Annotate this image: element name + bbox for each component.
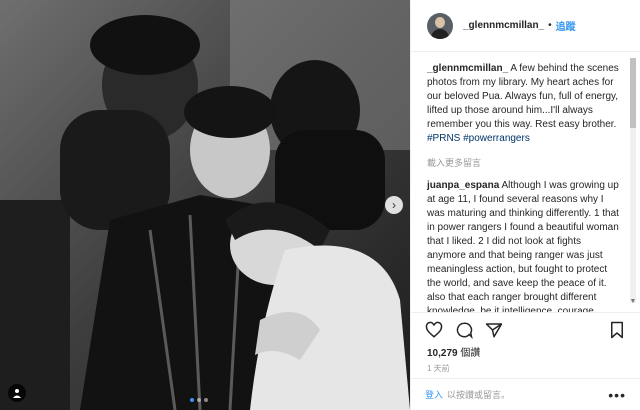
user-icon <box>13 389 21 398</box>
post-photo[interactable]: › <box>0 0 410 410</box>
scroll-down-arrow-icon[interactable]: ▼ <box>628 298 638 308</box>
share-icon[interactable] <box>485 321 503 339</box>
comment-item: juanpa_espana Although I was growing up … <box>427 179 622 312</box>
follow-button[interactable]: 追蹤 <box>556 18 576 33</box>
black-and-white-photo <box>0 0 410 410</box>
tagged-users-button[interactable] <box>8 384 26 402</box>
comment-icon[interactable] <box>455 321 473 339</box>
view-more-comments-link[interactable]: 載入更多留言 <box>427 156 622 169</box>
likes-suffix: 個讚 <box>457 348 481 359</box>
separator-dot: • <box>548 20 552 31</box>
more-options-icon[interactable]: ••• <box>608 387 626 403</box>
carousel-dot <box>197 398 201 402</box>
login-text: 以按讚或留言。 <box>447 390 511 400</box>
likes-count[interactable]: 10,279 個讚 <box>411 346 640 362</box>
caption-username[interactable]: _glennmcmillan_ <box>427 63 508 74</box>
scrollbar-thumb[interactable] <box>630 58 636 128</box>
comment-text: Although I was growing up at age 11, I f… <box>427 180 619 312</box>
carousel-indicator <box>190 398 208 402</box>
header-username[interactable]: _glennmcmillan_ <box>463 20 544 31</box>
post-timestamp[interactable]: 1 天前 <box>411 362 640 378</box>
likes-number: 10,279 <box>427 348 458 359</box>
comments-scrollbar[interactable] <box>630 58 636 303</box>
chevron-right-icon: › <box>392 198 396 212</box>
instagram-post: › _glennmcmillan_ • 追蹤 _glennmcmillan_ A… <box>0 0 640 410</box>
post-sidebar: _glennmcmillan_ • 追蹤 _glennmcmillan_ A f… <box>410 0 640 410</box>
heart-icon[interactable] <box>425 321 443 339</box>
caption: _glennmcmillan_ A few behind the scenes … <box>427 62 622 146</box>
bookmark-icon[interactable] <box>608 321 626 339</box>
next-photo-button[interactable]: › <box>385 196 403 214</box>
avatar[interactable] <box>427 12 453 39</box>
login-prompt: 登入 以按讚或留言。 ••• <box>411 378 640 410</box>
carousel-dot <box>190 398 194 402</box>
caption-hashtags[interactable]: #PRNS #powerrangers <box>427 133 530 144</box>
post-header: _glennmcmillan_ • 追蹤 <box>411 0 640 52</box>
login-link[interactable]: 登入 <box>425 388 443 401</box>
comment-username[interactable]: juanpa_espana <box>427 180 499 191</box>
carousel-dot <box>204 398 208 402</box>
comments-area[interactable]: _glennmcmillan_ A few behind the scenes … <box>411 52 640 312</box>
action-bar <box>411 312 640 346</box>
